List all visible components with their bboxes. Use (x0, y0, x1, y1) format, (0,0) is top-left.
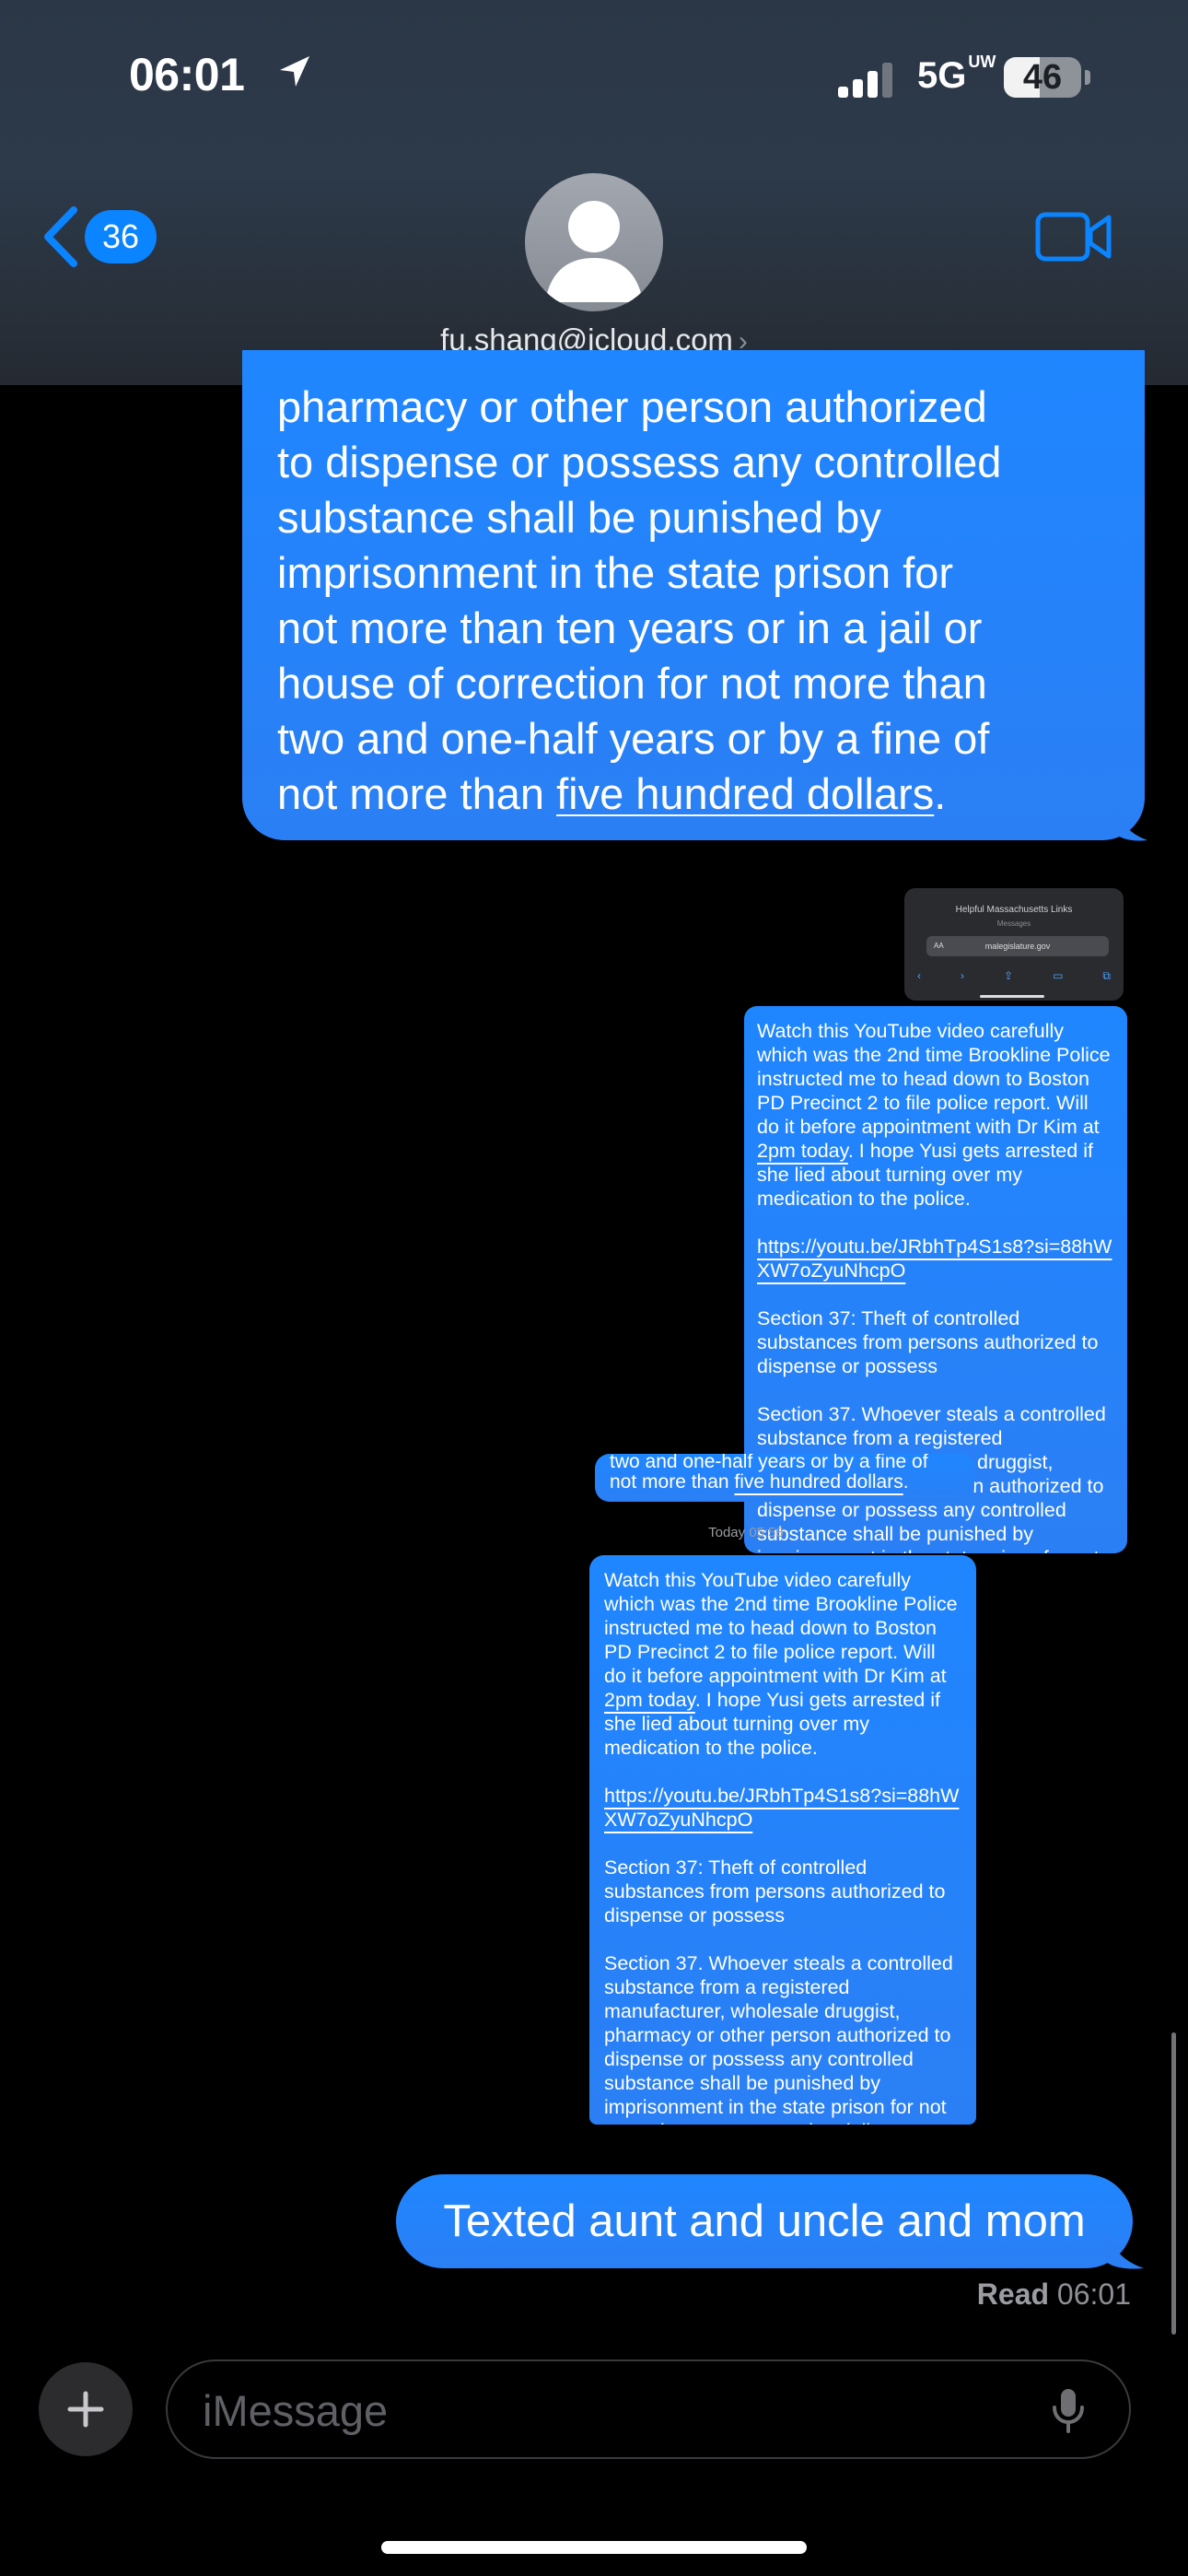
strip-line-2: not more than five hundred dollars. (610, 1471, 909, 1493)
battery-indicator: 46 (1004, 57, 1081, 98)
message-compose-field[interactable] (166, 2359, 1131, 2459)
message-line: house of correction for not more than (277, 659, 987, 708)
message-line: not more than ten years or in a jail or (277, 603, 983, 652)
bubble-tail (1114, 802, 1147, 841)
battery-tip (1085, 70, 1090, 85)
message-line: imprisonment in the state prison for (277, 548, 954, 597)
person-icon (545, 201, 643, 302)
read-receipt: Read 06:01 (976, 2277, 1131, 2311)
section-body: Section 37. Whoever steals a controlled … (604, 1952, 953, 2125)
message-line: pharmacy or other person authorized (277, 382, 987, 431)
message-bubble-outgoing[interactable]: pharmacy or other person authorized to di… (242, 350, 1145, 840)
back-chevron-icon[interactable] (41, 206, 81, 267)
message-line: substance shall be punished by (277, 493, 881, 542)
plus-icon (67, 2391, 104, 2428)
forward-paragraph-1: Watch this YouTube video carefully which… (757, 1020, 1111, 1210)
status-time: 06:01 (129, 49, 245, 100)
message-last-line: not more than five hundred dollars. (277, 769, 947, 818)
section-title: Section 37: Theft of controlled substanc… (757, 1307, 1099, 1377)
battery-level: 46 (1022, 58, 1063, 97)
message-text: pharmacy or other person authorized to di… (277, 380, 1112, 767)
video-camera-icon[interactable] (1035, 210, 1112, 263)
home-indicator[interactable] (381, 2541, 807, 2554)
network-type: 5G UW (917, 52, 996, 96)
location-arrow-icon (280, 56, 309, 87)
section-title: Section 37: Theft of controlled substanc… (604, 1856, 946, 1926)
signal-icon (838, 63, 892, 98)
unread-count-badge[interactable]: 36 (85, 210, 157, 263)
screenshot-message-strip[interactable]: two and one-half years or by a fine of n… (595, 1454, 974, 1502)
message-bubble-outgoing[interactable]: Texted aunt and uncle and mom (396, 2174, 1133, 2268)
screenshot-message-bubble[interactable]: Watch this YouTube video carefully which… (589, 1555, 976, 2125)
thumb-home-bar (980, 995, 1044, 998)
screenshot-thumbnail[interactable]: Helpful Massachusetts Links Messages AA m… (904, 888, 1124, 1001)
thumb-toolbar: ‹ › ⇪ ▭ ⧉ (917, 969, 1111, 982)
forward-paragraph-1: Watch this YouTube video carefully which… (604, 1569, 958, 1759)
apps-plus-button[interactable] (39, 2362, 133, 2456)
message-line: to dispense or possess any controlled (277, 438, 1002, 486)
message-line: two and one-half years or by a fine of (277, 714, 990, 763)
strip-line-1: two and one-half years or by a fine of (610, 1454, 928, 1472)
message-timestamp: Today 05:58 (708, 1525, 784, 1540)
contact-avatar[interactable] (525, 173, 663, 311)
thumb-title: Helpful Massachusetts Links (955, 905, 1073, 915)
microphone-icon[interactable] (1050, 2387, 1087, 2435)
youtube-link[interactable]: https://youtu.be/JRbhTp4S1s8?si=88hWXW7o… (604, 1784, 961, 1832)
bubble-tail (1105, 2228, 1144, 2269)
youtube-link[interactable]: https://youtu.be/JRbhTp4S1s8?si=88hWXW7o… (757, 1235, 1114, 1282)
thumb-subtitle: Messages (996, 919, 1031, 928)
scroll-indicator[interactable] (1171, 2032, 1176, 2335)
thumb-url-bar: AA malegislature.gov (926, 936, 1109, 956)
message-link[interactable]: five hundred dollars (556, 769, 934, 818)
imessage-input[interactable] (201, 2361, 1033, 2459)
